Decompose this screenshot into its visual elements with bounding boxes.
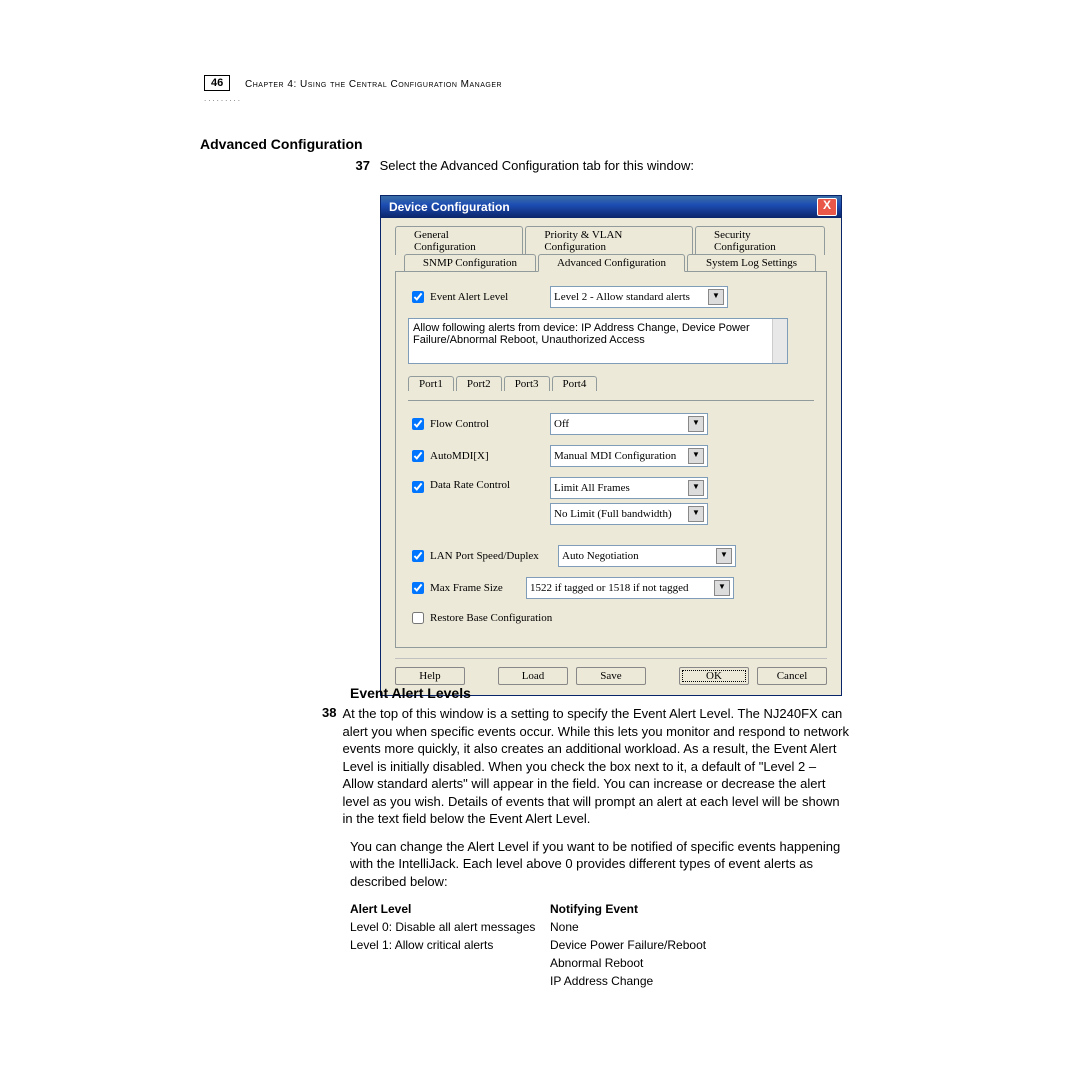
table-cell: Abnormal Reboot	[550, 956, 810, 970]
label-lan-port: LAN Port Speed/Duplex	[430, 550, 558, 562]
tab-system-log-settings[interactable]: System Log Settings	[687, 254, 816, 272]
label-event-alert: Event Alert Level	[430, 291, 550, 303]
label-automdi: AutoMDI[X]	[430, 450, 550, 462]
page-number: 46	[204, 75, 230, 91]
chevron-down-icon: ▼	[716, 548, 732, 564]
port-tabs: Port1 Port2 Port3 Port4	[408, 376, 814, 391]
field-max-frame: Max Frame Size 1522 if tagged or 1518 if…	[408, 577, 814, 599]
body-text: Event Alert Levels 38 At the top of this…	[350, 685, 850, 988]
field-automdi: AutoMDI[X] Manual MDI Configuration ▼	[408, 445, 814, 467]
checkbox-data-rate[interactable]	[412, 481, 424, 493]
table-cell: IP Address Change	[550, 974, 810, 988]
dropdown-data-rate-1-value: Limit All Frames	[554, 482, 630, 494]
close-icon[interactable]: X	[817, 198, 837, 216]
chevron-down-icon: ▼	[688, 448, 704, 464]
chevron-down-icon: ▼	[688, 416, 704, 432]
paragraph-1: At the top of this window is a setting t…	[342, 705, 850, 828]
device-configuration-dialog: Device Configuration X General Configura…	[380, 195, 842, 696]
dialog-button-row: Help Load Save OK Cancel	[395, 658, 827, 685]
table-cell: Device Power Failure/Reboot	[550, 938, 810, 952]
label-restore-base: Restore Base Configuration	[430, 612, 552, 624]
table-cell: Level 0: Disable all alert messages	[350, 920, 550, 934]
load-button[interactable]: Load	[498, 667, 568, 685]
dropdown-event-alert-value: Level 2 - Allow standard alerts	[554, 291, 690, 303]
section-heading-event-alert-levels: Event Alert Levels	[350, 685, 850, 701]
chapter-heading: Chapter 4: Using the Central Configurati…	[245, 79, 502, 90]
dropdown-automdi[interactable]: Manual MDI Configuration ▼	[550, 445, 708, 467]
checkbox-max-frame[interactable]	[412, 582, 424, 594]
chevron-down-icon: ▼	[688, 506, 704, 522]
checkbox-flow-control[interactable]	[412, 418, 424, 430]
tab-priority-vlan[interactable]: Priority & VLAN Configuration	[525, 226, 693, 255]
dropdown-data-rate-2[interactable]: No Limit (Full bandwidth) ▼	[550, 503, 708, 525]
dialog-titlebar: Device Configuration X	[381, 196, 841, 218]
tab-port1[interactable]: Port1	[408, 376, 454, 391]
chevron-down-icon: ▼	[708, 289, 724, 305]
port-panel: Flow Control Off ▼ AutoMDI[X] Manual MDI…	[408, 400, 814, 525]
cancel-button[interactable]: Cancel	[757, 667, 827, 685]
dropdown-lan-port-value: Auto Negotiation	[562, 550, 639, 562]
label-data-rate: Data Rate Control	[430, 479, 550, 491]
step-37-text: Select the Advanced Configuration tab fo…	[380, 158, 694, 173]
table-cell: Level 1: Allow critical alerts	[350, 938, 550, 952]
dropdown-automdi-value: Manual MDI Configuration	[554, 450, 676, 462]
section-heading-advanced-configuration: Advanced Configuration	[200, 136, 363, 152]
help-button[interactable]: Help	[395, 667, 465, 685]
tab-panel: Event Alert Level Level 2 - Allow standa…	[395, 271, 827, 648]
table-header-alert-level: Alert Level	[350, 902, 550, 916]
dropdown-max-frame-value: 1522 if tagged or 1518 if not tagged	[530, 582, 689, 594]
ok-button[interactable]: OK	[679, 667, 749, 685]
tab-port4[interactable]: Port4	[552, 376, 598, 391]
dropdown-event-alert[interactable]: Level 2 - Allow standard alerts ▼	[550, 286, 728, 308]
tab-security-configuration[interactable]: Security Configuration	[695, 226, 825, 255]
save-button[interactable]: Save	[576, 667, 646, 685]
alert-level-table: Alert Level Notifying Event Level 0: Dis…	[350, 902, 850, 988]
tab-advanced-configuration[interactable]: Advanced Configuration	[538, 254, 685, 272]
alert-description-textarea[interactable]: Allow following alerts from device: IP A…	[408, 318, 788, 364]
dropdown-max-frame[interactable]: 1522 if tagged or 1518 if not tagged ▼	[526, 577, 734, 599]
page-number-dots: .........	[204, 94, 242, 103]
step-number: 37	[348, 158, 370, 173]
table-header-notifying-event: Notifying Event	[550, 902, 810, 916]
label-max-frame: Max Frame Size	[430, 582, 526, 594]
field-event-alert-level: Event Alert Level Level 2 - Allow standa…	[408, 286, 814, 308]
tab-snmp-configuration[interactable]: SNMP Configuration	[404, 254, 536, 272]
dropdown-flow-control-value: Off	[554, 418, 569, 430]
table-cell-empty	[350, 974, 550, 988]
checkbox-lan-port[interactable]	[412, 550, 424, 562]
checkbox-event-alert[interactable]	[412, 291, 424, 303]
tab-port3[interactable]: Port3	[504, 376, 550, 391]
table-cell: None	[550, 920, 810, 934]
field-data-rate: Data Rate Control Limit All Frames ▼ No …	[408, 477, 814, 525]
checkbox-restore-base[interactable]	[412, 612, 424, 624]
field-lan-port: LAN Port Speed/Duplex Auto Negotiation ▼	[408, 545, 814, 567]
step-37: 37 Select the Advanced Configuration tab…	[348, 158, 694, 173]
dropdown-flow-control[interactable]: Off ▼	[550, 413, 708, 435]
step-number-38: 38	[322, 705, 336, 828]
field-flow-control: Flow Control Off ▼	[408, 413, 814, 435]
alert-description-text: Allow following alerts from device: IP A…	[413, 322, 750, 346]
table-cell-empty	[350, 956, 550, 970]
paragraph-2: You can change the Alert Level if you wa…	[350, 838, 850, 891]
chevron-down-icon: ▼	[714, 580, 730, 596]
label-flow-control: Flow Control	[430, 418, 550, 430]
dropdown-data-rate-1[interactable]: Limit All Frames ▼	[550, 477, 708, 499]
dialog-tabs: General Configuration Priority & VLAN Co…	[381, 218, 841, 271]
tab-general-configuration[interactable]: General Configuration	[395, 226, 523, 255]
checkbox-automdi[interactable]	[412, 450, 424, 462]
tab-port2[interactable]: Port2	[456, 376, 502, 391]
scrollbar[interactable]	[772, 319, 787, 363]
dropdown-lan-port[interactable]: Auto Negotiation ▼	[558, 545, 736, 567]
field-restore-base: Restore Base Configuration	[408, 609, 814, 627]
dialog-title: Device Configuration	[389, 200, 510, 214]
chevron-down-icon: ▼	[688, 480, 704, 496]
dropdown-data-rate-2-value: No Limit (Full bandwidth)	[554, 508, 672, 520]
